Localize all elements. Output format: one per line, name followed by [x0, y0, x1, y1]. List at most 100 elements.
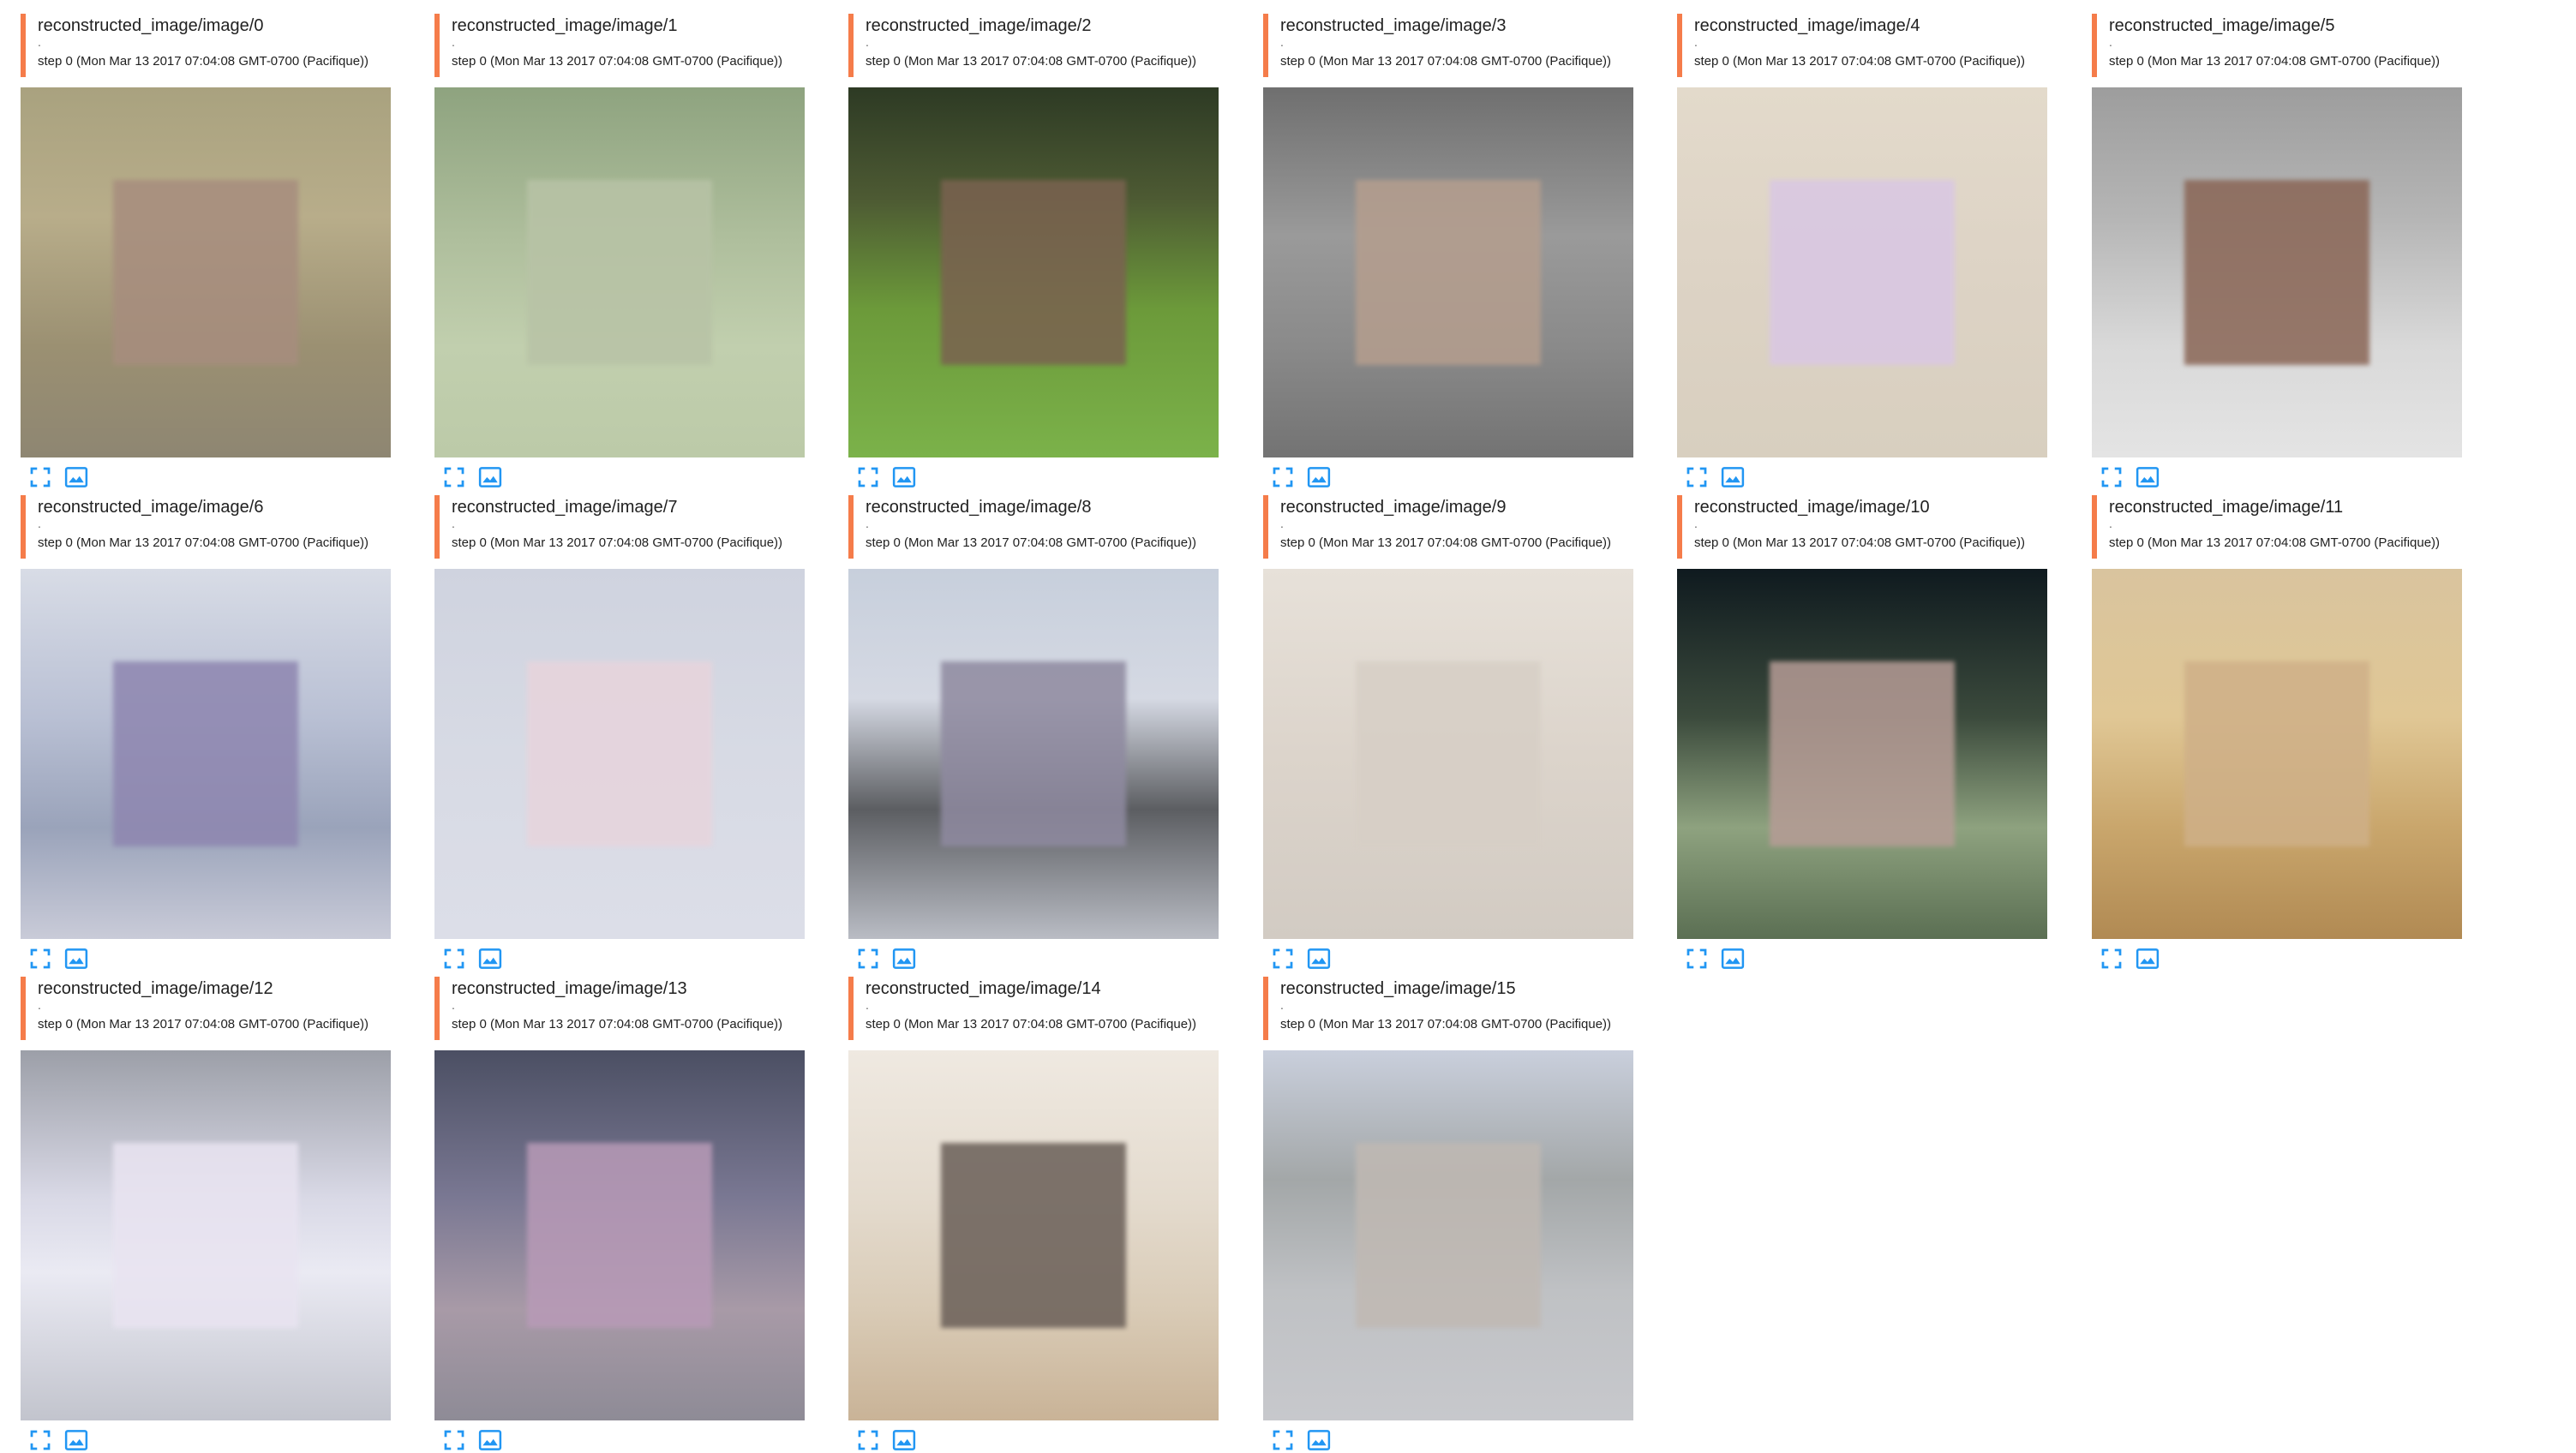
fit-image-icon[interactable]: [63, 464, 89, 490]
image-card: reconstructed_image/image/11. step 0 (Mon…: [2092, 495, 2462, 972]
image-tag: reconstructed_image/image/0: [38, 16, 264, 35]
expand-icon[interactable]: [27, 464, 53, 490]
card-header: reconstructed_image/image/11. step 0 (Mon…: [2092, 495, 2462, 559]
step-label: step 0 (Mon Mar 13 2017 07:04:08 GMT-070…: [1280, 54, 1612, 69]
reconstructed-patch: [941, 661, 1126, 846]
expand-icon[interactable]: [1270, 946, 1296, 972]
reconstructed-image: [1263, 87, 1633, 457]
image-tag: reconstructed_image/image/14: [866, 979, 1101, 998]
fit-image-icon[interactable]: [1306, 464, 1332, 490]
reconstructed-patch: [1356, 661, 1541, 846]
step-label: step 0 (Mon Mar 13 2017 07:04:08 GMT-070…: [38, 54, 369, 69]
image-card: reconstructed_image/image/3. step 0 (Mon …: [1263, 14, 1633, 490]
image-tag: reconstructed_image/image/4: [1694, 16, 1920, 35]
reconstructed-image: [848, 87, 1219, 457]
reconstructed-image: [1677, 87, 2047, 457]
fit-image-icon[interactable]: [63, 946, 89, 972]
image-tag: reconstructed_image/image/6: [38, 498, 264, 517]
fit-image-icon[interactable]: [1720, 946, 1746, 972]
expand-icon[interactable]: [441, 1427, 467, 1453]
image-tag: reconstructed_image/image/11: [2109, 498, 2344, 517]
expand-icon[interactable]: [855, 946, 881, 972]
fit-image-icon[interactable]: [2135, 946, 2160, 972]
image-tag: reconstructed_image/image/2: [866, 16, 1092, 35]
expand-icon[interactable]: [2099, 464, 2124, 490]
card-header: reconstructed_image/image/8. step 0 (Mon …: [848, 495, 1219, 559]
reconstructed-image: [1677, 569, 2047, 939]
fit-image-icon[interactable]: [1306, 1427, 1332, 1453]
fit-image-icon[interactable]: [63, 1427, 89, 1453]
reconstructed-image: [1263, 569, 1633, 939]
step-label: step 0 (Mon Mar 13 2017 07:04:08 GMT-070…: [452, 535, 783, 550]
expand-icon[interactable]: [855, 464, 881, 490]
separator-dot: .: [1694, 517, 1698, 530]
image-card: reconstructed_image/image/13. step 0 (Mon…: [434, 977, 805, 1453]
card-header: reconstructed_image/image/9. step 0 (Mon …: [1263, 495, 1633, 559]
reconstructed-patch: [2184, 180, 2369, 365]
image-tag: reconstructed_image/image/7: [452, 498, 678, 517]
reconstructed-patch: [1356, 1143, 1541, 1328]
step-label: step 0 (Mon Mar 13 2017 07:04:08 GMT-070…: [38, 1017, 369, 1031]
image-card: reconstructed_image/image/12. step 0 (Mon…: [21, 977, 391, 1453]
image-tag: reconstructed_image/image/10: [1694, 498, 1930, 517]
image-card: reconstructed_image/image/10. step 0 (Mon…: [1677, 495, 2047, 972]
reconstructed-patch: [1770, 661, 1955, 846]
card-header: reconstructed_image/image/14. step 0 (Mon…: [848, 977, 1219, 1040]
image-card: reconstructed_image/image/6. step 0 (Mon …: [21, 495, 391, 972]
image-tag: reconstructed_image/image/13: [452, 979, 687, 998]
step-label: step 0 (Mon Mar 13 2017 07:04:08 GMT-070…: [1694, 54, 2026, 69]
card-header: reconstructed_image/image/5. step 0 (Mon …: [2092, 14, 2462, 77]
fit-image-icon[interactable]: [477, 1427, 503, 1453]
card-header: reconstructed_image/image/4. step 0 (Mon …: [1677, 14, 2047, 77]
reconstructed-patch: [527, 1143, 712, 1328]
fit-image-icon[interactable]: [891, 1427, 917, 1453]
step-label: step 0 (Mon Mar 13 2017 07:04:08 GMT-070…: [1694, 535, 2026, 550]
fit-image-icon[interactable]: [2135, 464, 2160, 490]
separator-dot: .: [1280, 998, 1284, 1012]
expand-icon[interactable]: [27, 1427, 53, 1453]
separator-dot: .: [1280, 517, 1284, 530]
separator-dot: .: [38, 35, 41, 49]
fit-image-icon[interactable]: [891, 946, 917, 972]
expand-icon[interactable]: [441, 946, 467, 972]
fit-image-icon[interactable]: [477, 946, 503, 972]
separator-dot: .: [452, 998, 455, 1012]
step-label: step 0 (Mon Mar 13 2017 07:04:08 GMT-070…: [1280, 1017, 1612, 1031]
card-header: reconstructed_image/image/6. step 0 (Mon …: [21, 495, 391, 559]
expand-icon[interactable]: [441, 464, 467, 490]
expand-icon[interactable]: [27, 946, 53, 972]
fit-image-icon[interactable]: [1720, 464, 1746, 490]
reconstructed-image: [434, 87, 805, 457]
fit-image-icon[interactable]: [477, 464, 503, 490]
reconstructed-image: [848, 1050, 1219, 1420]
step-label: step 0 (Mon Mar 13 2017 07:04:08 GMT-070…: [1280, 535, 1612, 550]
expand-icon[interactable]: [1270, 464, 1296, 490]
image-card: reconstructed_image/image/8. step 0 (Mon …: [848, 495, 1219, 972]
card-header: reconstructed_image/image/12. step 0 (Mon…: [21, 977, 391, 1040]
image-card: reconstructed_image/image/1. step 0 (Mon …: [434, 14, 805, 490]
reconstructed-patch: [527, 180, 712, 365]
step-label: step 0 (Mon Mar 13 2017 07:04:08 GMT-070…: [2109, 54, 2441, 69]
fit-image-icon[interactable]: [1306, 946, 1332, 972]
reconstructed-image: [21, 569, 391, 939]
step-label: step 0 (Mon Mar 13 2017 07:04:08 GMT-070…: [452, 1017, 783, 1031]
step-label: step 0 (Mon Mar 13 2017 07:04:08 GMT-070…: [452, 54, 783, 69]
expand-icon[interactable]: [1684, 946, 1710, 972]
separator-dot: .: [2109, 35, 2112, 49]
expand-icon[interactable]: [2099, 946, 2124, 972]
expand-icon[interactable]: [1684, 464, 1710, 490]
separator-dot: .: [866, 517, 869, 530]
separator-dot: .: [866, 998, 869, 1012]
expand-icon[interactable]: [1270, 1427, 1296, 1453]
image-card: reconstructed_image/image/14. step 0 (Mon…: [848, 977, 1219, 1453]
reconstructed-patch: [1356, 180, 1541, 365]
step-label: step 0 (Mon Mar 13 2017 07:04:08 GMT-070…: [866, 1017, 1197, 1031]
image-card: reconstructed_image/image/9. step 0 (Mon …: [1263, 495, 1633, 972]
expand-icon[interactable]: [855, 1427, 881, 1453]
image-card: reconstructed_image/image/2. step 0 (Mon …: [848, 14, 1219, 490]
fit-image-icon[interactable]: [891, 464, 917, 490]
card-header: reconstructed_image/image/13. step 0 (Mon…: [434, 977, 805, 1040]
reconstructed-image: [2092, 569, 2462, 939]
separator-dot: .: [38, 998, 41, 1012]
reconstructed-image: [21, 87, 391, 457]
